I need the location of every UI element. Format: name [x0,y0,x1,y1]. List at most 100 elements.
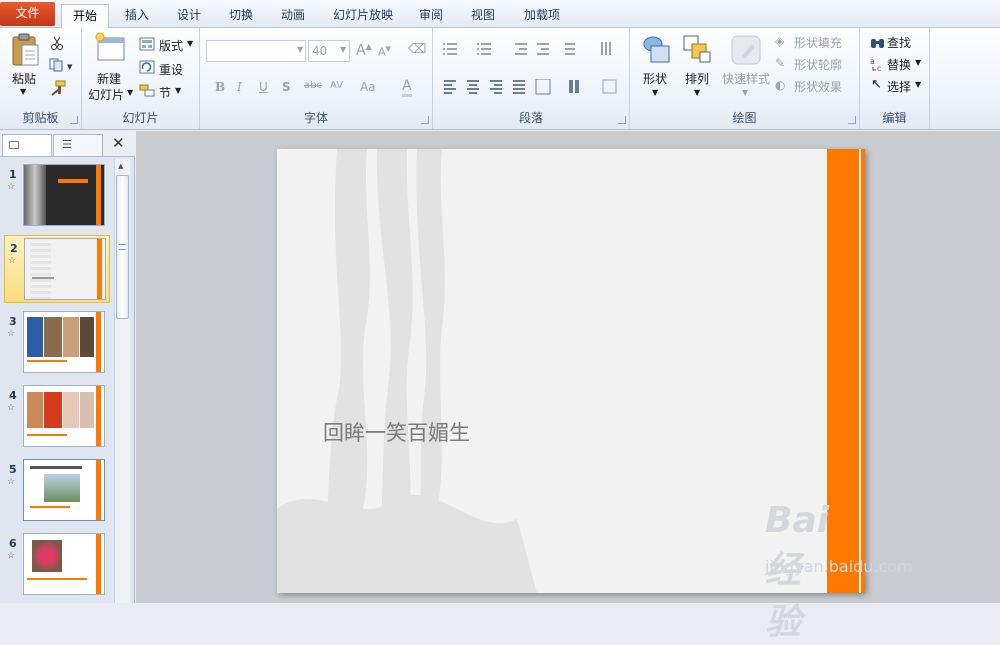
section-label[interactable]: 节 [159,84,171,101]
tab-view[interactable]: 视图 [462,4,504,28]
replace-label[interactable]: 替换 [887,56,911,73]
animation-star-icon: ☆ [7,182,16,192]
find-label[interactable]: 查找 [887,34,911,51]
svg-text:▼: ▼ [67,63,73,71]
group-label-clipboard: 剪贴板 [22,111,59,125]
tab-slides-view[interactable] [2,134,52,156]
arrange-icon[interactable] [682,34,714,66]
slide-editing-canvas: 回眸一笑百媚生 [136,131,1000,603]
font-name-dropdown-icon[interactable]: ▼ [297,45,303,54]
close-pane-icon[interactable]: ✕ [112,134,125,152]
paragraph-launcher-icon[interactable] [618,116,626,124]
font-size-dropdown-icon[interactable]: ▼ [340,45,346,54]
animation-star-icon: ☆ [7,403,16,413]
thumbnail-2-selected[interactable]: 2 ☆ [4,235,110,303]
section-icon[interactable] [139,83,155,97]
tab-addins[interactable]: 加载项 [514,4,570,28]
layout-dropdown-icon[interactable]: ▼ [187,39,193,48]
paste-dropdown-icon[interactable]: ▼ [20,87,26,96]
scrollbar-thumb[interactable] [116,175,129,319]
clipboard-launcher-icon[interactable] [70,116,78,124]
font-color-button[interactable]: A [402,78,412,97]
char-spacing-button[interactable]: AV [330,80,343,91]
arrange-label[interactable]: 排列 [685,70,709,87]
new-slide-label[interactable]: 新建 [97,70,121,87]
new-slide-icon[interactable] [94,32,128,66]
group-label-slides: 幻灯片 [122,111,159,125]
shape-outline-icon[interactable]: ✎ [775,56,785,70]
quick-styles-label[interactable]: 快速样式 [722,70,770,87]
tab-insert[interactable]: 插入 [116,4,158,28]
group-paragraph: 段落 [433,28,630,129]
find-icon[interactable] [870,35,886,49]
scrollbar-grip-icon [119,244,126,250]
reset-icon[interactable] [139,60,155,74]
italic-button[interactable]: I [237,80,242,94]
font-launcher-icon[interactable] [421,116,429,124]
shape-outline-label[interactable]: 形状轮廓 [794,56,842,73]
shape-effects-label[interactable]: 形状效果 [794,78,842,95]
shape-fill-label[interactable]: 形状填充 [794,34,842,51]
quick-styles-dropdown-icon[interactable]: ▼ [742,88,748,97]
paste-icon[interactable] [10,33,40,67]
group-label-paragraph: 段落 [518,111,543,125]
replace-dropdown-icon[interactable]: ▼ [915,58,921,67]
new-slide-dropdown-icon[interactable]: ▼ [127,88,133,97]
ribbon-tab-bar: 文件 开始 插入 设计 切换 动画 幻灯片放映 审阅 视图 加载项 [0,0,1000,29]
thumbnail-4[interactable]: 4 ☆ [0,383,112,451]
new-slide-label-2[interactable]: 幻灯片 [88,86,124,103]
slide-thumbnail-pane: ☰ ✕ ▲ 1 ☆ 2 ☆ 3 ☆ 4 ☆ 5 ☆ 6 ☆ [0,131,135,603]
reset-label[interactable]: 重设 [159,61,183,78]
cut-icon[interactable] [50,36,64,50]
replace-icon[interactable]: ac [870,56,886,72]
shape-effects-icon[interactable]: ◐ [775,78,785,92]
thumbnail-3[interactable]: 3 ☆ [0,309,112,377]
outline-view-icon: ☰ [62,138,72,151]
change-case-button[interactable]: Aa [360,80,376,94]
tab-home[interactable]: 开始 [61,4,109,29]
shrink-font-icon[interactable]: A▼ [378,45,391,59]
font-name-input[interactable] [206,40,306,62]
shadow-button[interactable]: S [282,80,291,94]
tab-transitions[interactable]: 切换 [220,4,262,28]
strikethrough-button[interactable]: abc [304,80,322,91]
underline-button[interactable]: U [259,80,268,94]
select-label[interactable]: 选择 [887,78,911,95]
thumbnail-scrollbar[interactable]: ▲ [114,159,130,603]
group-editing: 查找 ac 替换 ▼ ↖ 选择 ▼ 编辑 [860,28,930,129]
tab-design[interactable]: 设计 [168,4,210,28]
select-dropdown-icon[interactable]: ▼ [915,80,921,89]
scroll-up-icon[interactable]: ▲ [118,162,123,170]
arrange-dropdown-icon[interactable]: ▼ [694,88,700,97]
thumbnail-6[interactable]: 6 ☆ [0,531,112,599]
section-dropdown-icon[interactable]: ▼ [175,86,181,95]
shapes-label[interactable]: 形状 [643,70,667,87]
quick-styles-icon[interactable] [730,34,762,66]
paste-label[interactable]: 粘贴 [12,70,36,87]
grow-font-icon[interactable]: A▲ [356,42,372,59]
format-painter-icon[interactable] [50,80,66,96]
select-cursor-icon[interactable]: ↖ [871,77,882,92]
drawing-launcher-icon[interactable] [848,116,856,124]
thumbnail-1[interactable]: 1 ☆ [0,162,112,230]
layout-icon[interactable] [139,37,155,51]
thumbnail-image [23,164,105,226]
tab-animations[interactable]: 动画 [272,4,314,28]
copy-icon[interactable]: ▼ [49,58,75,72]
slides-view-icon [9,141,19,149]
thumbnail-5[interactable]: 5 ☆ [0,457,112,525]
bold-button[interactable]: B [215,80,225,94]
orange-accent-line [861,149,865,593]
clear-format-icon[interactable]: ⌫ [408,42,426,57]
tab-slideshow[interactable]: 幻灯片放映 [326,4,400,28]
tab-file[interactable]: 文件 [0,2,55,26]
shapes-icon[interactable] [641,34,673,66]
thumbnail-image [23,533,105,595]
shapes-dropdown-icon[interactable]: ▼ [652,88,658,97]
svg-text:a: a [870,57,875,66]
tab-review[interactable]: 审阅 [410,4,452,28]
tab-outline-view[interactable]: ☰ [53,134,103,156]
layout-label[interactable]: 版式 [159,37,183,54]
slide-title-text[interactable]: 回眸一笑百媚生 [323,417,470,447]
shape-fill-icon[interactable]: ◈ [775,34,784,48]
